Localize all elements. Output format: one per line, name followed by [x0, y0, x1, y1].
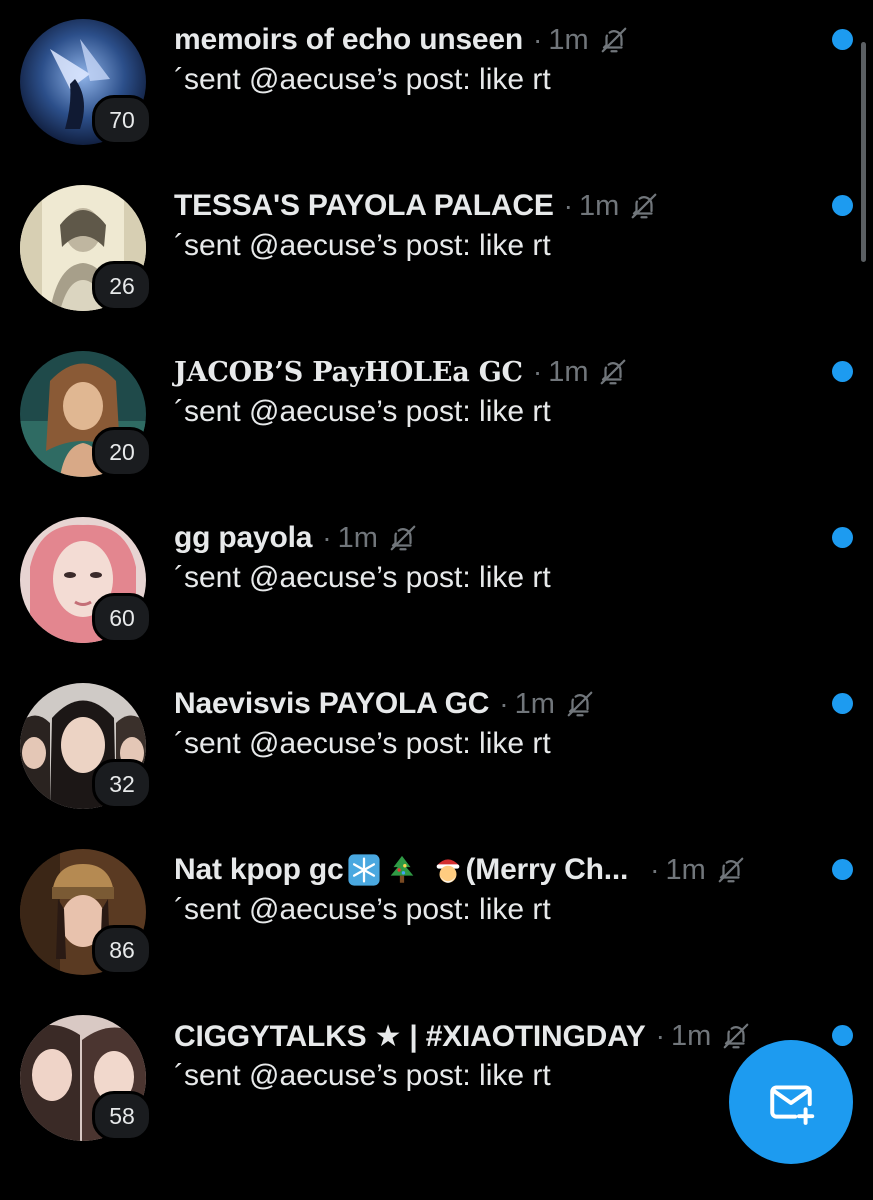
new-message-button[interactable]: [729, 1040, 853, 1164]
muted-bell-icon: [390, 525, 416, 551]
unread-dot: [832, 859, 853, 880]
christmas-tree-emoji: [391, 855, 414, 883]
conversation-name-prefix: Nat kpop gc: [174, 853, 344, 886]
conversation-name: JACOB’S PayHOLEa GC: [174, 356, 523, 388]
separator: ·: [322, 522, 332, 553]
conversation-row[interactable]: 26 TESSA'S PAYOLA PALACE · 1m ´sent @aec…: [0, 166, 873, 332]
timestamp: 1m: [670, 1019, 712, 1052]
conversation-row[interactable]: 60 gg payola · 1m ´sent @aecuse’s post: …: [0, 498, 873, 664]
message-preview: ´sent @aecuse’s post: like rt: [174, 229, 551, 262]
count-badge: 20: [92, 427, 152, 477]
conversation-row[interactable]: 70 memoirs of echo unseen · 1m ´sent @ae…: [0, 0, 873, 166]
separator: ·: [533, 24, 543, 55]
timestamp: 1m: [665, 853, 706, 886]
new-message-icon: [770, 1085, 815, 1125]
unread-dot: [832, 195, 853, 216]
unread-dot: [832, 361, 853, 382]
unread-dot: [832, 29, 853, 50]
count-badge: 86: [92, 925, 152, 975]
conversation-name: TESSA'S PAYOLA PALACE: [174, 189, 554, 222]
count-badge: 32: [92, 759, 152, 809]
separator: ·: [563, 190, 573, 221]
conversation-name-suffix: (Merry Ch...: [465, 853, 629, 886]
separator: ·: [650, 854, 660, 885]
unread-dot: [832, 1025, 853, 1046]
message-preview: ´sent @aecuse’s post: like rt: [174, 561, 551, 594]
conversation-row[interactable]: 20 JACOB’S PayHOLEa GC · 1m ´sent @aecus…: [0, 332, 873, 498]
timestamp: 1m: [514, 687, 555, 720]
title-line: Naevisvis PAYOLA GC · 1m: [174, 684, 595, 724]
count-badge: 58: [92, 1091, 152, 1141]
santa-emoji: [437, 859, 460, 883]
conversation-name: CIGGYTALKS ★ | #XIAOTINGDAY: [174, 1019, 646, 1053]
conversation-row[interactable]: 32 Naevisvis PAYOLA GC · 1m ´sent @aecus…: [0, 664, 873, 830]
message-preview: ´sent @aecuse’s post: like rt: [174, 63, 551, 96]
message-preview: ´sent @aecuse’s post: like rt: [174, 395, 551, 428]
conversation-name: Naevisvis PAYOLA GC: [174, 687, 490, 720]
separator: ·: [655, 1020, 665, 1051]
separator: ·: [499, 688, 509, 719]
timestamp: 1m: [548, 23, 589, 56]
scrollbar[interactable]: [861, 42, 866, 262]
messages-screen: 70 memoirs of echo unseen · 1m ´sent @ae…: [0, 0, 873, 1200]
message-preview: ´sent @aecuse’s post: like rt: [174, 1059, 551, 1092]
conversation-row[interactable]: 86 Nat kpop gc (Merry Ch... · 1m ´sent @…: [0, 830, 873, 996]
timestamp: 1m: [579, 189, 620, 222]
separator: ·: [532, 356, 543, 387]
muted-bell-icon: [718, 857, 744, 883]
muted-bell-icon: [601, 27, 627, 53]
title-line: memoirs of echo unseen · 1m: [174, 20, 629, 60]
muted-bell-icon: [567, 691, 593, 717]
conversation-name: gg payola: [174, 521, 313, 554]
unread-dot: [832, 693, 853, 714]
title-line: gg payola · 1m: [174, 518, 418, 558]
muted-bell-icon: [631, 193, 657, 219]
title-line: TESSA'S PAYOLA PALACE · 1m: [174, 186, 659, 226]
title-line: Nat kpop gc (Merry Ch... · 1m: [174, 850, 746, 890]
muted-bell-icon: [601, 359, 626, 385]
count-badge: 70: [92, 95, 152, 145]
snowflake-emoji: [348, 854, 381, 886]
message-preview: ´sent @aecuse’s post: like rt: [174, 727, 551, 760]
count-badge: 26: [92, 261, 152, 311]
count-badge: 60: [92, 593, 152, 643]
message-preview: ´sent @aecuse’s post: like rt: [174, 893, 551, 926]
timestamp: 1m: [548, 355, 589, 388]
title-line: JACOB’S PayHOLEa GC · 1m: [174, 352, 628, 392]
muted-bell-icon: [723, 1023, 749, 1049]
title-line: CIGGYTALKS ★ | #XIAOTINGDAY · 1m: [174, 1016, 751, 1056]
conversation-name: memoirs of echo unseen: [174, 23, 524, 56]
unread-dot: [832, 527, 853, 548]
timestamp: 1m: [337, 521, 378, 554]
